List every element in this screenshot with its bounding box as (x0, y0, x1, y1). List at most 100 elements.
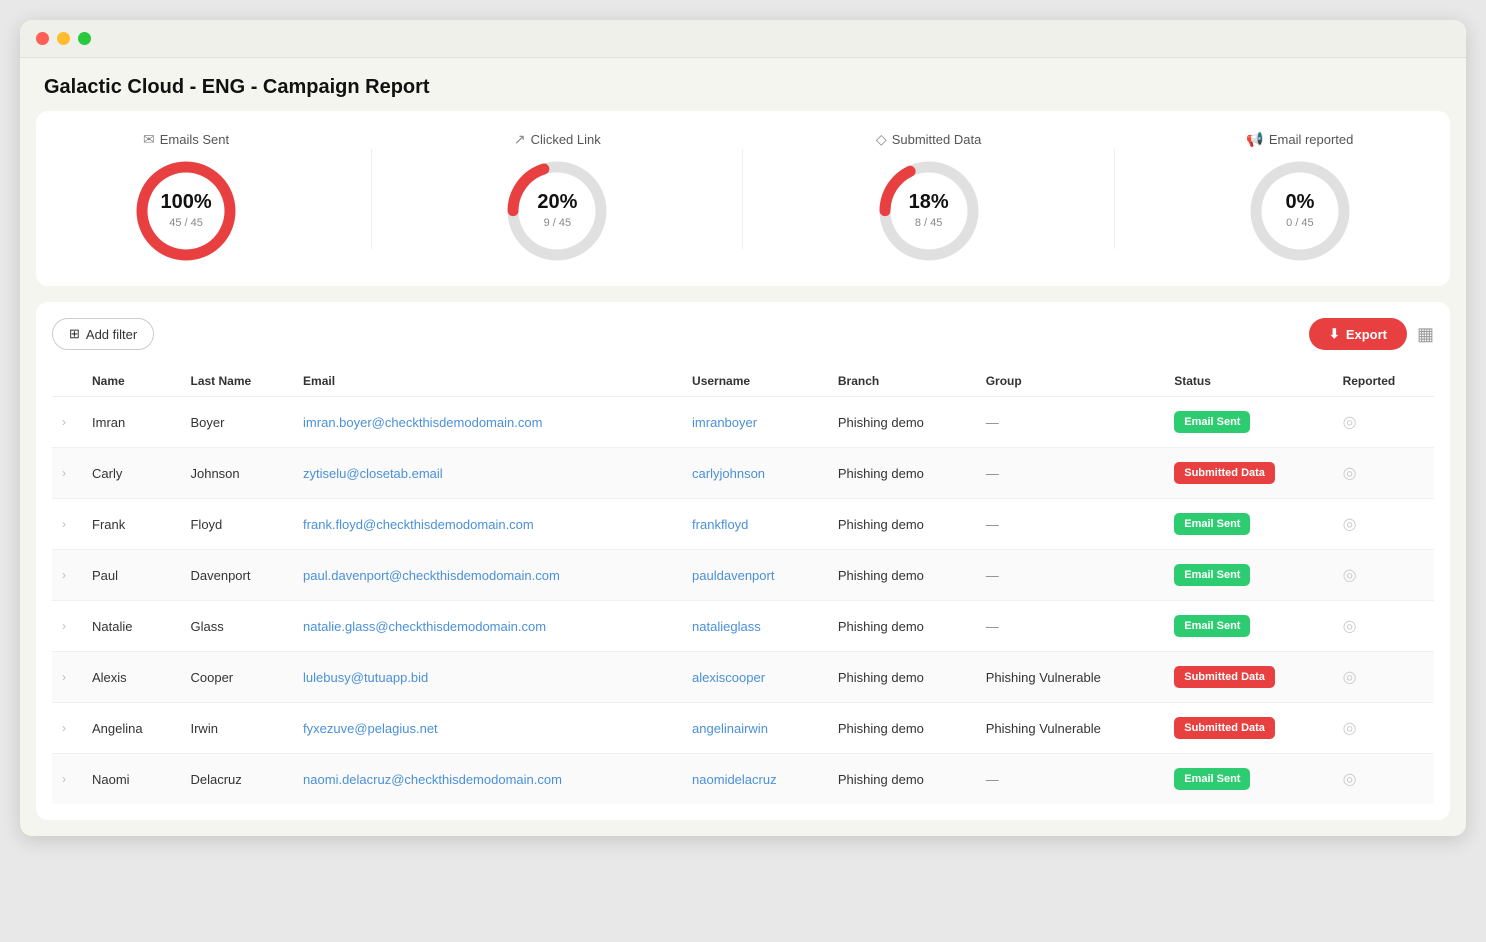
cell-reported: ◎ (1333, 601, 1434, 652)
cell-name: Carly (82, 448, 180, 499)
table-row[interactable]: › Alexis Cooper lulebusy@tutuapp.bid ale… (52, 652, 1434, 703)
table-row[interactable]: › Carly Johnson zytiselu@closetab.email … (52, 448, 1434, 499)
table-row[interactable]: › Angelina Irwin fyxezuve@pelagius.net a… (52, 703, 1434, 754)
close-button[interactable] (36, 32, 49, 45)
username-value: carlyjohnson (692, 466, 765, 481)
table-row[interactable]: › Naomi Delacruz naomi.delacruz@checkthi… (52, 754, 1434, 805)
email-link[interactable]: imran.boyer@checkthisdemodomain.com (303, 415, 542, 430)
group-dash: — (986, 466, 999, 481)
cell-group: — (976, 754, 1165, 805)
stat-label-text-email-reported: Email reported (1269, 132, 1354, 147)
cell-group: Phishing Vulnerable (976, 703, 1165, 754)
reported-icon[interactable]: ◎ (1343, 771, 1357, 788)
cell-email[interactable]: imran.boyer@checkthisdemodomain.com (293, 397, 682, 448)
group-value: Phishing Vulnerable (986, 670, 1101, 685)
reported-icon[interactable]: ◎ (1343, 516, 1357, 533)
cell-lastname: Cooper (180, 652, 293, 703)
stat-icon-submitted-data: ◇ (876, 131, 887, 148)
cell-group: Phishing Vulnerable (976, 652, 1165, 703)
reported-icon[interactable]: ◎ (1343, 414, 1357, 431)
cell-status: Submitted Data (1164, 703, 1332, 754)
username-value: pauldavenport (692, 568, 774, 583)
grid-view-icon[interactable]: ▦ (1417, 324, 1434, 345)
username-value: alexiscooper (692, 670, 765, 685)
email-link[interactable]: frank.floyd@checkthisdemodomain.com (303, 517, 534, 532)
group-dash: — (986, 415, 999, 430)
cell-username: imranboyer (682, 397, 828, 448)
row-expand-chevron[interactable]: › (52, 703, 82, 754)
row-expand-chevron[interactable]: › (52, 754, 82, 805)
stats-section: ✉ Emails Sent 100% 45 / 45 ↗ Clicked Lin… (36, 111, 1450, 286)
cell-email[interactable]: natalie.glass@checkthisdemodomain.com (293, 601, 682, 652)
export-button[interactable]: ⬇ Export (1309, 318, 1407, 350)
reported-icon[interactable]: ◎ (1343, 669, 1357, 686)
table-row[interactable]: › Paul Davenport paul.davenport@checkthi… (52, 550, 1434, 601)
filter-icon: ⊞ (69, 326, 80, 342)
email-link[interactable]: natalie.glass@checkthisdemodomain.com (303, 619, 546, 634)
titlebar (20, 20, 1466, 58)
maximize-button[interactable] (78, 32, 91, 45)
table-row[interactable]: › Frank Floyd frank.floyd@checkthisdemod… (52, 499, 1434, 550)
email-link[interactable]: zytiselu@closetab.email (303, 466, 443, 481)
stat-label-text-clicked-link: Clicked Link (531, 132, 601, 147)
cell-lastname: Delacruz (180, 754, 293, 805)
download-icon: ⬇ (1329, 326, 1340, 342)
reported-icon[interactable]: ◎ (1343, 465, 1357, 482)
cell-email[interactable]: lulebusy@tutuapp.bid (293, 652, 682, 703)
cell-group: — (976, 499, 1165, 550)
cell-email[interactable]: paul.davenport@checkthisdemodomain.com (293, 550, 682, 601)
table-row[interactable]: › Imran Boyer imran.boyer@checkthisdemod… (52, 397, 1434, 448)
group-value: Phishing Vulnerable (986, 721, 1101, 736)
cell-email[interactable]: fyxezuve@pelagius.net (293, 703, 682, 754)
reported-icon[interactable]: ◎ (1343, 618, 1357, 635)
stat-label-text-submitted-data: Submitted Data (892, 132, 982, 147)
row-expand-chevron[interactable]: › (52, 550, 82, 601)
email-link[interactable]: naomi.delacruz@checkthisdemodomain.com (303, 772, 562, 787)
cell-branch: Phishing demo (828, 550, 976, 601)
cell-reported: ◎ (1333, 448, 1434, 499)
row-expand-chevron[interactable]: › (52, 448, 82, 499)
cell-username: natalieglass (682, 601, 828, 652)
cell-lastname: Boyer (180, 397, 293, 448)
cell-lastname: Floyd (180, 499, 293, 550)
status-badge: Submitted Data (1174, 717, 1275, 739)
stat-icon-emails-sent: ✉ (143, 131, 155, 148)
cell-email[interactable]: zytiselu@closetab.email (293, 448, 682, 499)
stat-label-email-reported: 📢 Email reported (1246, 131, 1353, 148)
table-header-row: Name Last Name Email Username Branch Gro… (52, 366, 1434, 397)
stat-divider (1114, 149, 1115, 249)
row-expand-chevron[interactable]: › (52, 601, 82, 652)
cell-username: frankfloyd (682, 499, 828, 550)
cell-status: Email Sent (1164, 754, 1332, 805)
email-link[interactable]: lulebusy@tutuapp.bid (303, 670, 428, 685)
stat-fraction-emails-sent: 45 / 45 (169, 217, 203, 229)
reported-icon[interactable]: ◎ (1343, 720, 1357, 737)
row-expand-chevron[interactable]: › (52, 652, 82, 703)
row-expand-chevron[interactable]: › (52, 499, 82, 550)
add-filter-button[interactable]: ⊞ Add filter (52, 318, 154, 350)
email-link[interactable]: paul.davenport@checkthisdemodomain.com (303, 568, 560, 583)
cell-lastname: Irwin (180, 703, 293, 754)
cell-email[interactable]: frank.floyd@checkthisdemodomain.com (293, 499, 682, 550)
minimize-button[interactable] (57, 32, 70, 45)
stat-label-clicked-link: ↗ Clicked Link (514, 131, 601, 148)
cell-branch: Phishing demo (828, 703, 976, 754)
toolbar: ⊞ Add filter ⬇ Export ▦ (52, 318, 1434, 350)
cell-lastname: Johnson (180, 448, 293, 499)
email-link[interactable]: fyxezuve@pelagius.net (303, 721, 438, 736)
donut-emails-sent: 100% 45 / 45 (131, 156, 241, 266)
cell-lastname: Glass (180, 601, 293, 652)
cell-email[interactable]: naomi.delacruz@checkthisdemodomain.com (293, 754, 682, 805)
cell-reported: ◎ (1333, 652, 1434, 703)
cell-name: Naomi (82, 754, 180, 805)
stat-label-text-emails-sent: Emails Sent (160, 132, 229, 147)
row-expand-chevron[interactable]: › (52, 397, 82, 448)
cell-name: Angelina (82, 703, 180, 754)
cell-status: Email Sent (1164, 397, 1332, 448)
table-row[interactable]: › Natalie Glass natalie.glass@checkthisd… (52, 601, 1434, 652)
cell-group: — (976, 397, 1165, 448)
cell-branch: Phishing demo (828, 499, 976, 550)
group-dash: — (986, 772, 999, 787)
stat-card-submitted-data: ◇ Submitted Data 18% 8 / 45 (874, 131, 984, 266)
reported-icon[interactable]: ◎ (1343, 567, 1357, 584)
